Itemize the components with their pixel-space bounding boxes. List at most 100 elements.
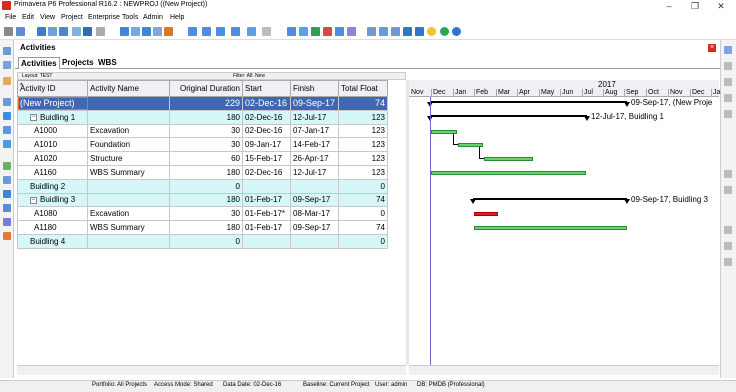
cell-original-duration[interactable]: 0 (169, 233, 243, 249)
activity-bar-a1080[interactable] (474, 212, 498, 217)
grid-scrollbar[interactable] (17, 365, 406, 375)
cell-activity-id[interactable]: A1080 (17, 206, 88, 222)
tab-activities[interactable]: Activities (18, 57, 60, 69)
projects-dock-icon[interactable] (3, 47, 11, 55)
cell-start[interactable]: 01-Feb-17 (242, 220, 291, 235)
cell-start[interactable] (242, 233, 291, 249)
activity-bar-a1160[interactable] (431, 170, 586, 175)
refresh-icon[interactable] (16, 27, 25, 36)
menu-edit[interactable]: Edit (22, 14, 34, 21)
cell-total-float[interactable]: 0 (338, 233, 388, 249)
store-period-icon[interactable] (323, 27, 332, 36)
tracking-dock-icon[interactable] (3, 77, 11, 85)
cell-total-float[interactable]: 123 (338, 109, 388, 125)
cell-start[interactable]: 02-Dec-16 (242, 123, 291, 139)
cell-total-float[interactable]: 74 (338, 192, 388, 208)
cell-finish[interactable]: 26-Apr-17 (290, 151, 339, 166)
cell-total-float[interactable]: 123 (338, 123, 388, 139)
schedule-icon[interactable] (287, 27, 296, 36)
dock-icon-10[interactable] (724, 258, 732, 266)
apply-actuals-icon[interactable] (311, 27, 320, 36)
eps-dock-icon[interactable] (3, 61, 11, 69)
cell-activity-id[interactable]: A1010 (17, 137, 88, 153)
col-activity-name[interactable]: Activity Name (87, 80, 170, 97)
collapse-toggle-icon[interactable]: − (30, 196, 37, 204)
cell-original-duration[interactable]: 180 (169, 109, 243, 125)
cell-activity-id[interactable]: A1180 (17, 220, 88, 235)
issues-icon[interactable] (3, 162, 11, 170)
wbs-summary-bar[interactable] (473, 197, 627, 200)
update-icon[interactable] (452, 27, 461, 36)
cell-total-float[interactable]: 74 (338, 96, 388, 111)
wbs-row[interactable]: − Buidling 3 180 01-Feb-17 09-Sep-17 74 (17, 192, 388, 208)
cell-start[interactable]: 01-Feb-17 (242, 192, 291, 208)
cell-activity-name[interactable]: Excavation (87, 123, 170, 139)
cell-start[interactable]: 15-Feb-17 (242, 151, 291, 166)
activity-row[interactable]: A1000 Excavation 30 02-Dec-16 07-Jan-17 123 (17, 123, 388, 139)
help-bulb-icon[interactable] (427, 27, 436, 36)
cell-original-duration[interactable]: 180 (169, 164, 243, 180)
dock-icon-3[interactable] (724, 78, 732, 86)
cell-original-duration[interactable]: 180 (169, 220, 243, 235)
thresholds-icon[interactable] (3, 140, 11, 148)
cell-original-duration[interactable]: 30 (169, 206, 243, 222)
tab-projects[interactable]: Projects (60, 57, 96, 69)
gantt-scrollbar[interactable] (409, 365, 719, 375)
dock-icon-9[interactable] (724, 242, 732, 250)
zoom-in-icon[interactable] (367, 27, 376, 36)
panel-close-button[interactable]: × (708, 44, 716, 52)
dock-icon-4[interactable] (724, 94, 732, 102)
cell-finish[interactable] (290, 233, 339, 249)
menu-view[interactable]: View (40, 14, 55, 21)
menu-help[interactable]: Help (170, 14, 184, 21)
activity-row[interactable]: A1020 Structure 60 15-Feb-17 26-Apr-17 123 (17, 151, 388, 166)
cell-finish[interactable]: 09-Sep-17 (290, 192, 339, 208)
cell-original-duration[interactable]: 0 (169, 178, 243, 194)
dock-icon-6[interactable] (724, 170, 732, 178)
wbs-row[interactable]: Buidling 2 0 0 (17, 178, 388, 194)
cell-activity-name[interactable] (87, 96, 170, 111)
cut-icon[interactable] (96, 27, 105, 36)
steps-icon[interactable] (335, 27, 344, 36)
close-window-button[interactable]: ✕ (710, 0, 732, 12)
network-icon[interactable] (415, 27, 424, 36)
cell-activity-id[interactable]: A1160 (17, 164, 88, 180)
wbs-dock-icon[interactable] (3, 98, 11, 106)
expand-icon[interactable] (247, 27, 256, 36)
progress-icon[interactable] (72, 27, 81, 36)
cell-finish[interactable]: 12-Jul-17 (290, 164, 339, 180)
zoom-fit-icon[interactable] (391, 27, 400, 36)
cell-start[interactable]: 01-Feb-17* (242, 206, 291, 222)
cell-original-duration[interactable]: 60 (169, 151, 243, 166)
wbs-row[interactable]: − Buidling 1 180 02-Dec-16 12-Jul-17 123 (17, 109, 388, 125)
cell-activity-name[interactable]: WBS Summary (87, 164, 170, 180)
open-icon[interactable] (4, 27, 13, 36)
cell-start[interactable]: 02-Dec-16 (242, 164, 291, 180)
timescale-icon[interactable] (403, 27, 412, 36)
tab-wbs[interactable]: WBS (96, 57, 119, 69)
cell-activity-name[interactable] (87, 109, 170, 125)
cell-total-float[interactable]: 123 (338, 151, 388, 166)
cell-finish[interactable]: 14-Feb-17 (290, 137, 339, 153)
cell-finish[interactable]: 09-Sep-17 (290, 96, 339, 111)
col-activity-id[interactable]: ▲ Activity ID (17, 80, 88, 97)
maximize-button[interactable]: ❐ (684, 0, 706, 12)
wps-icon[interactable] (3, 204, 11, 212)
grid-icon[interactable] (202, 27, 211, 36)
dock-icon-1[interactable] (724, 46, 732, 54)
cell-start[interactable]: 09-Jan-17 (242, 137, 291, 153)
cell-activity-name[interactable] (87, 233, 170, 249)
activities-dock-icon[interactable] (3, 176, 11, 184)
wbs-row[interactable]: Buidling 4 0 0 (17, 233, 388, 249)
dock-icon-5[interactable] (724, 110, 732, 118)
cell-total-float[interactable]: 123 (338, 137, 388, 153)
report-icon[interactable] (164, 27, 173, 36)
cell-total-float[interactable]: 123 (338, 164, 388, 180)
cell-total-float[interactable]: 0 (338, 178, 388, 194)
cell-activity-name[interactable] (87, 192, 170, 208)
group-icon[interactable] (231, 27, 240, 36)
columns-icon[interactable] (37, 27, 46, 36)
cell-original-duration[interactable]: 180 (169, 192, 243, 208)
menu-tools[interactable]: Tools (122, 14, 138, 21)
cell-finish[interactable]: 09-Sep-17 (290, 220, 339, 235)
